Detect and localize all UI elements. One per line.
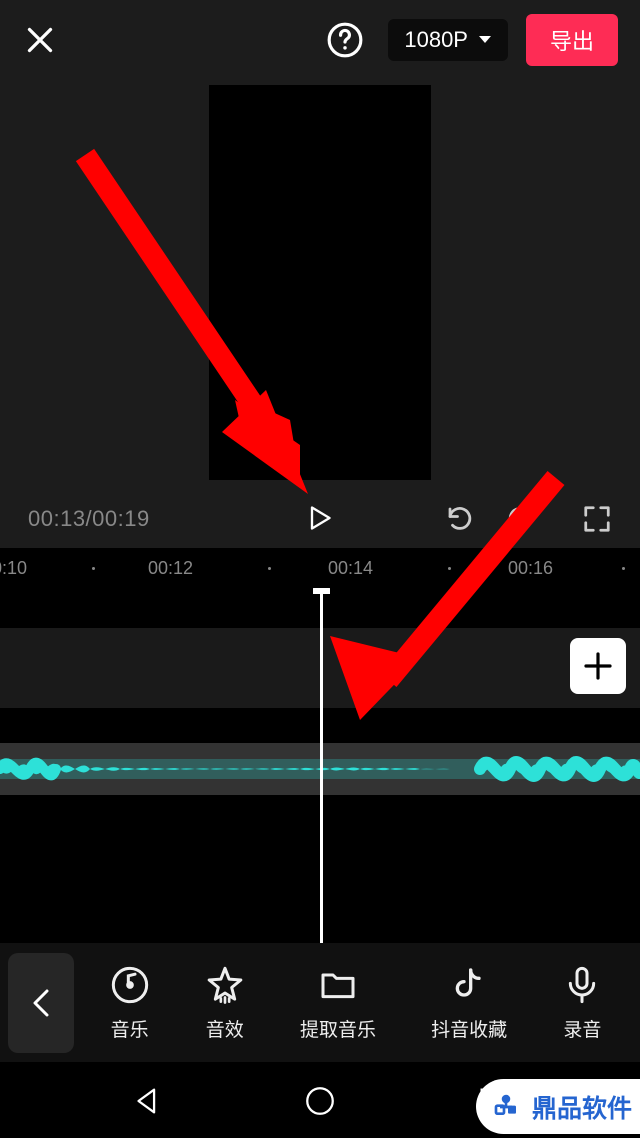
tool-record[interactable]: 录音: [562, 965, 602, 1042]
fullscreen-icon: [582, 504, 612, 534]
back-button[interactable]: [8, 953, 74, 1053]
tool-sound-effect[interactable]: 音效: [205, 965, 245, 1042]
ruler-mark: 0:10: [0, 558, 27, 579]
ruler-tick: [622, 567, 625, 570]
resolution-select[interactable]: 1080P: [388, 19, 508, 61]
undo-button[interactable]: [445, 504, 475, 534]
fullscreen-button[interactable]: [582, 504, 612, 534]
close-icon: [22, 22, 58, 58]
playhead[interactable]: [320, 588, 323, 943]
bottom-toolbar: 音乐 音效 提取音乐 抖音收藏: [0, 943, 640, 1063]
help-button[interactable]: [326, 21, 364, 59]
timeline[interactable]: [0, 588, 640, 943]
music-disc-icon: [110, 965, 150, 1005]
ruler-tick: [448, 567, 451, 570]
tool-music[interactable]: 音乐: [110, 965, 150, 1042]
tool-label: 抖音收藏: [431, 1015, 507, 1042]
timeline-ruler[interactable]: 0:10 00:12 00:14 00:16: [0, 548, 640, 588]
top-bar: 1080P 导出: [0, 0, 640, 80]
circle-icon: [303, 1084, 337, 1118]
nav-back-button[interactable]: [130, 1084, 164, 1118]
mic-icon: [562, 965, 602, 1005]
timecode-label: 00:13/00:19: [28, 506, 150, 532]
tool-label: 音乐: [111, 1015, 149, 1042]
undo-icon: [445, 504, 475, 534]
ruler-mark: 00:16: [508, 558, 553, 579]
close-button[interactable]: [22, 22, 58, 58]
nav-home-button[interactable]: [303, 1084, 337, 1118]
redo-button[interactable]: [505, 504, 535, 534]
ruler-tick: [268, 567, 271, 570]
watermark: 鼎品软件: [476, 1079, 640, 1134]
triangle-left-icon: [130, 1084, 164, 1118]
tool-douyin-favorites[interactable]: 抖音收藏: [431, 965, 507, 1042]
chevron-left-icon: [32, 988, 50, 1018]
watermark-logo-icon: [490, 1091, 522, 1123]
star-icon: [205, 965, 245, 1005]
tool-label: 录音: [563, 1015, 601, 1042]
play-button[interactable]: [305, 504, 335, 534]
add-clip-button[interactable]: [570, 638, 626, 694]
ruler-mark: 00:12: [148, 558, 193, 579]
douyin-icon: [449, 965, 489, 1005]
export-button[interactable]: 导出: [526, 14, 618, 66]
tool-label: 音效: [206, 1015, 244, 1042]
help-icon: [326, 21, 364, 59]
watermark-text: 鼎品软件: [532, 1089, 632, 1125]
redo-icon: [505, 504, 535, 534]
chevron-down-icon: [478, 35, 492, 45]
preview-area: [0, 85, 640, 485]
play-icon: [305, 504, 333, 532]
ruler-tick: [92, 567, 95, 570]
video-preview[interactable]: [209, 85, 431, 480]
tool-label: 提取音乐: [300, 1015, 376, 1042]
ruler-mark: 00:14: [328, 558, 373, 579]
transport-bar: 00:13/00:19: [0, 494, 640, 544]
folder-icon: [318, 965, 358, 1005]
plus-icon: [582, 650, 614, 682]
tool-extract-music[interactable]: 提取音乐: [300, 965, 376, 1042]
resolution-label: 1080P: [404, 27, 468, 53]
